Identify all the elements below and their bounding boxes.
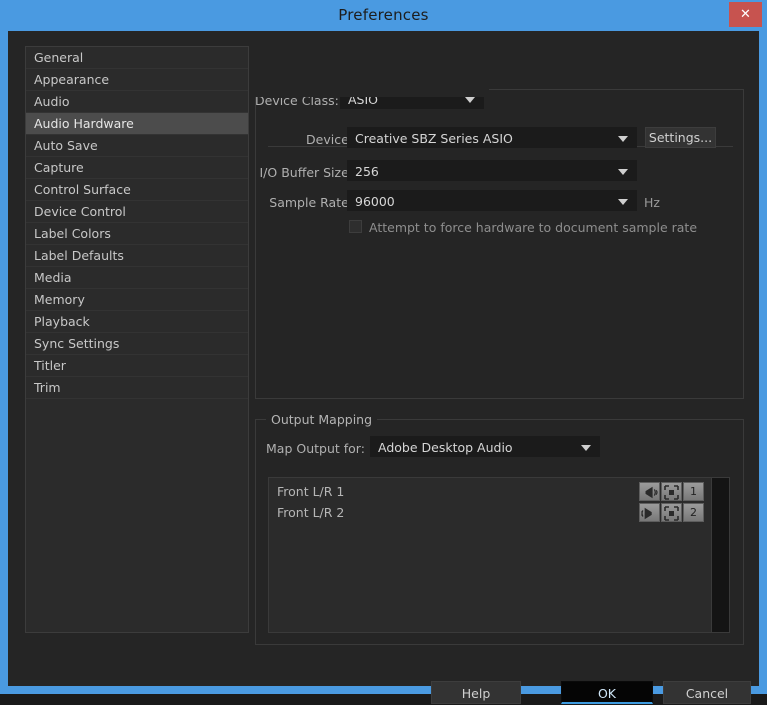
window-title: Preferences bbox=[338, 6, 429, 24]
output-channel-name: Front L/R 2 bbox=[277, 505, 345, 520]
sample-rate-dropdown[interactable]: 96000 bbox=[347, 190, 637, 211]
ok-button[interactable]: OK bbox=[561, 681, 653, 704]
sidebar-item-audio-hardware[interactable]: Audio Hardware bbox=[26, 113, 248, 135]
sidebar-item-capture[interactable]: Capture bbox=[26, 157, 248, 179]
title-bar: Preferences ✕ bbox=[0, 0, 767, 32]
sidebar-item-trim[interactable]: Trim bbox=[26, 377, 248, 399]
buffer-size-value: 256 bbox=[355, 164, 379, 179]
force-sample-rate-label: Attempt to force hardware to document sa… bbox=[369, 220, 698, 235]
device-label: Device: bbox=[306, 132, 353, 147]
device-dropdown[interactable]: Creative SBZ Series ASIO bbox=[347, 127, 637, 148]
device-settings-button[interactable]: Settings... bbox=[645, 127, 716, 148]
output-list-scrollbar[interactable] bbox=[711, 478, 729, 632]
output-channel-name: Front L/R 1 bbox=[277, 484, 345, 499]
dialog-body: General Appearance Audio Audio Hardware Auto… bbox=[8, 31, 759, 704]
sidebar-item-sync-settings[interactable]: Sync Settings bbox=[26, 333, 248, 355]
chevron-down-icon bbox=[618, 136, 628, 142]
chevron-down-icon bbox=[618, 199, 628, 205]
channel-bracket-icon[interactable] bbox=[661, 503, 682, 522]
output-mapping-group: Output Mapping Map Output for: Adobe Des… bbox=[255, 412, 744, 645]
sidebar-item-label-colors[interactable]: Label Colors bbox=[26, 223, 248, 245]
sidebar-item-titler[interactable]: Titler bbox=[26, 355, 248, 377]
sidebar-item-memory[interactable]: Memory bbox=[26, 289, 248, 311]
sample-rate-unit: Hz bbox=[644, 195, 660, 210]
channel-bracket-icon[interactable] bbox=[661, 482, 682, 501]
cancel-button[interactable]: Cancel bbox=[663, 681, 751, 704]
sidebar-item-label-defaults[interactable]: Label Defaults bbox=[26, 245, 248, 267]
output-mapping-legend: Output Mapping bbox=[266, 412, 378, 427]
chevron-down-icon bbox=[581, 445, 591, 451]
sample-rate-label: Sample Rate: bbox=[269, 195, 353, 210]
device-value: Creative SBZ Series ASIO bbox=[355, 131, 513, 146]
sidebar-item-appearance[interactable]: Appearance bbox=[26, 69, 248, 91]
output-channel-list[interactable]: Front L/R 1 1 Front L/R 2 2 bbox=[268, 477, 730, 633]
preferences-category-list[interactable]: General Appearance Audio Audio Hardware Auto… bbox=[25, 46, 249, 633]
map-output-for-label: Map Output for: bbox=[266, 441, 365, 456]
sample-rate-value: 96000 bbox=[355, 194, 395, 209]
output-channel-controls: 1 bbox=[638, 482, 704, 501]
preferences-window: Preferences ✕ General Appearance Audio Audi… bbox=[0, 0, 767, 704]
force-sample-rate-checkbox[interactable] bbox=[349, 220, 362, 233]
sidebar-item-audio[interactable]: Audio bbox=[26, 91, 248, 113]
chevron-down-icon bbox=[618, 169, 628, 175]
speaker-right-icon[interactable] bbox=[639, 503, 660, 522]
sidebar-item-playback[interactable]: Playback bbox=[26, 311, 248, 333]
chevron-down-icon bbox=[465, 97, 475, 103]
sidebar-item-device-control[interactable]: Device Control bbox=[26, 201, 248, 223]
speaker-left-icon[interactable] bbox=[639, 482, 660, 501]
sidebar-item-general[interactable]: General bbox=[26, 47, 248, 69]
map-output-for-value: Adobe Desktop Audio bbox=[378, 440, 513, 455]
device-class-legend-mask bbox=[253, 83, 489, 97]
help-button[interactable]: Help bbox=[431, 681, 521, 704]
map-output-for-dropdown[interactable]: Adobe Desktop Audio bbox=[370, 436, 600, 457]
output-channel-row[interactable]: Front L/R 1 1 bbox=[269, 481, 712, 502]
sidebar-item-control-surface[interactable]: Control Surface bbox=[26, 179, 248, 201]
sidebar-item-media[interactable]: Media bbox=[26, 267, 248, 289]
output-channel-number-button[interactable]: 1 bbox=[683, 482, 704, 501]
sidebar-item-auto-save[interactable]: Auto Save bbox=[26, 135, 248, 157]
close-icon[interactable]: ✕ bbox=[729, 2, 762, 27]
buffer-size-label: I/O Buffer Size: bbox=[259, 165, 354, 180]
output-channel-number-button[interactable]: 2 bbox=[683, 503, 704, 522]
output-channel-row[interactable]: Front L/R 2 2 bbox=[269, 502, 712, 523]
output-channel-controls: 2 bbox=[638, 503, 704, 522]
buffer-size-dropdown[interactable]: 256 bbox=[347, 160, 637, 181]
